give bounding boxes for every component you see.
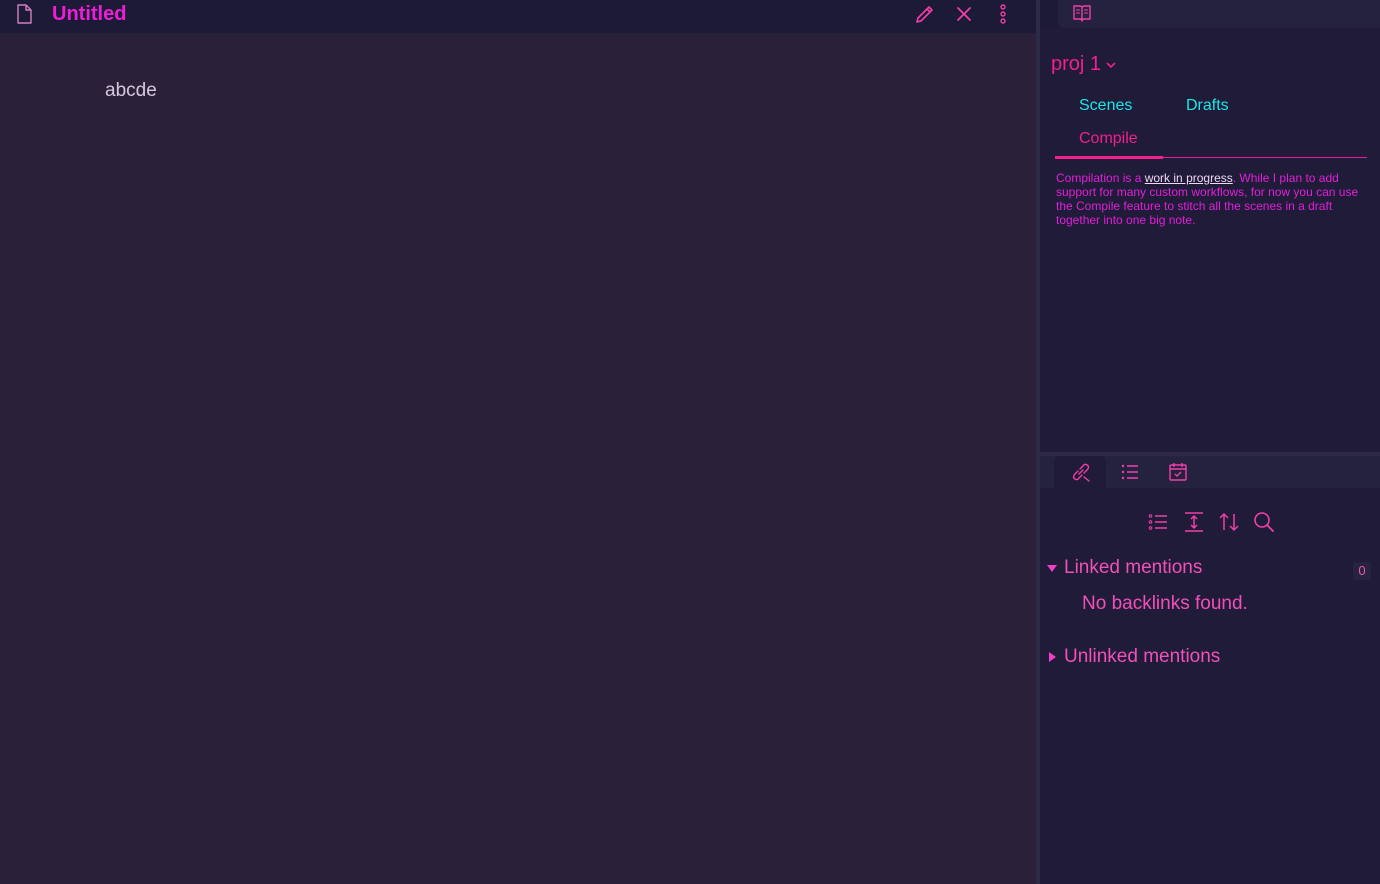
editor-content[interactable]: abcde: [105, 80, 157, 102]
tabbar-background: [1110, 0, 1380, 28]
collapse-vertical-icon[interactable]: [1182, 510, 1206, 534]
work-in-progress-link[interactable]: work in progress: [1145, 171, 1233, 185]
list-icon[interactable]: [1146, 510, 1170, 534]
writing-panel: proj 1 Scenes Drafts Compile Compilation…: [1040, 28, 1380, 452]
search-icon[interactable]: [1252, 510, 1276, 534]
close-icon[interactable]: [952, 2, 976, 26]
triangle-right-icon: [1049, 652, 1056, 662]
pencil-icon[interactable]: [913, 2, 937, 26]
backlinks-panel: Linked mentions 0 No backlinks found. Un…: [1040, 488, 1380, 884]
right-sidebar-tabbar: [1040, 0, 1380, 28]
no-backlinks-message: No backlinks found.: [1082, 593, 1248, 614]
project-select[interactable]: proj 1: [1051, 53, 1117, 76]
sort-icon[interactable]: [1217, 510, 1241, 534]
link-icon[interactable]: [1070, 461, 1092, 483]
compile-note-start: Compilation is a: [1056, 171, 1145, 185]
linked-count-badge: 0: [1353, 562, 1371, 580]
tab-drafts[interactable]: Drafts: [1186, 97, 1229, 115]
editor-pane: Untitled abcde: [0, 0, 1036, 884]
bottom-sidebar-tabbar: [1040, 456, 1380, 488]
chevron-down-icon: [1106, 61, 1116, 68]
more-vertical-icon[interactable]: [991, 2, 1015, 26]
active-tab-indicator: [1055, 156, 1163, 159]
book-open-icon[interactable]: [1071, 2, 1093, 24]
triangle-down-icon: [1047, 565, 1057, 572]
unlinked-mentions-header[interactable]: Unlinked mentions: [1046, 646, 1220, 668]
linked-mentions-header[interactable]: Linked mentions: [1046, 557, 1202, 579]
unlinked-mentions-label: Unlinked mentions: [1064, 646, 1221, 667]
tab-scenes[interactable]: Scenes: [1079, 97, 1132, 115]
project-name: proj 1: [1051, 53, 1102, 75]
tab-compile[interactable]: Compile: [1079, 130, 1138, 148]
editor-header: Untitled: [0, 0, 1036, 33]
compile-note: Compilation is a work in progress. While…: [1056, 171, 1362, 227]
calendar-check-icon[interactable]: [1167, 461, 1189, 483]
app-window: Untitled abcde proj 1 Scenes Drafts Comp…: [0, 0, 1380, 884]
file-icon: [17, 4, 32, 24]
list-icon[interactable]: [1119, 461, 1141, 483]
document-title[interactable]: Untitled: [52, 1, 126, 27]
linked-mentions-label: Linked mentions: [1064, 557, 1203, 578]
